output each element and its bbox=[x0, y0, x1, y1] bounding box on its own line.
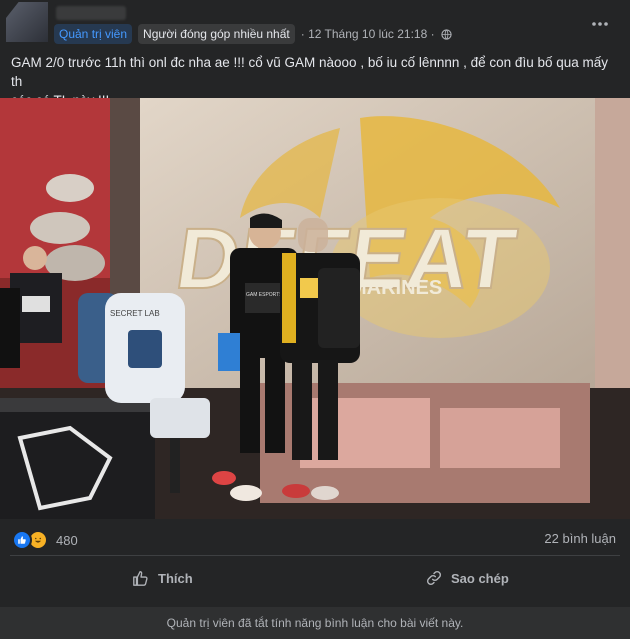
like-label: Thích bbox=[158, 570, 193, 586]
author-avatar[interactable] bbox=[6, 2, 48, 42]
reaction-count: 480 bbox=[56, 532, 78, 548]
author-name-redacted[interactable] bbox=[56, 6, 126, 20]
copy-link-button[interactable]: Sao chép bbox=[425, 566, 509, 590]
privacy-globe-icon bbox=[440, 28, 452, 40]
like-reaction-icon bbox=[12, 530, 32, 550]
admin-badge[interactable]: Quản trị viên bbox=[54, 24, 133, 44]
like-button[interactable]: Thích bbox=[132, 566, 193, 590]
facebook-post: Quản trị viên Người đóng góp nhiều nhất … bbox=[0, 0, 630, 639]
post-header: Quản trị viên Người đóng góp nhiều nhất … bbox=[0, 0, 630, 50]
comments-disabled-notice: Quản trị viên đã tắt tính năng bình luận… bbox=[0, 607, 630, 639]
post-photo[interactable]: DEFEAT MARINES SECRET LAB bbox=[0, 98, 630, 519]
author-meta: Quản trị viên Người đóng góp nhiều nhất … bbox=[54, 24, 452, 44]
copy-label: Sao chép bbox=[451, 570, 509, 586]
reaction-summary[interactable]: 480 bbox=[12, 530, 78, 550]
divider-top bbox=[10, 555, 620, 556]
banner-marines-text: MARINES bbox=[350, 277, 442, 299]
top-contributor-badge[interactable]: Người đóng góp nhiều nhất bbox=[138, 24, 295, 44]
more-options-icon[interactable] bbox=[590, 14, 610, 34]
chair-brand-text: SECRET LAB bbox=[110, 309, 160, 318]
link-icon bbox=[426, 570, 442, 586]
photo-scene: DEFEAT MARINES SECRET LAB bbox=[0, 98, 630, 519]
post-text-line-1: GAM 2/0 trước 11h thì onl đc nha ae !!! … bbox=[11, 55, 608, 89]
player-shirt-text: GAM ESPORTS bbox=[246, 292, 283, 298]
thumbs-up-icon bbox=[133, 571, 148, 586]
post-timestamp[interactable]: · 12 Tháng 10 lúc 21:18 · bbox=[301, 27, 435, 41]
comment-count[interactable]: 22 bình luận bbox=[544, 531, 616, 546]
